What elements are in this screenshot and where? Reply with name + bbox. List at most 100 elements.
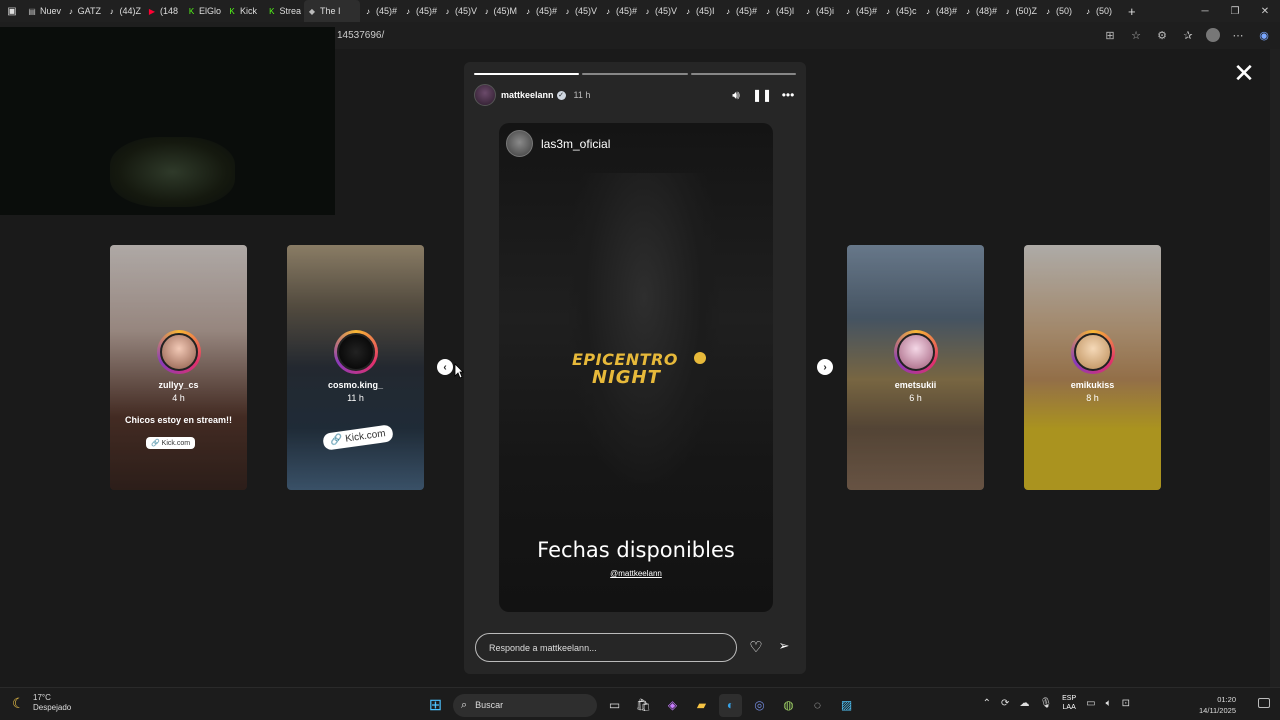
sidebar-toggle-icon[interactable]: ▣ (0, 0, 24, 22)
display-icon[interactable]: ▭ (1086, 698, 1095, 709)
pause-icon[interactable]: ❚❚ (752, 86, 772, 104)
extensions-icon[interactable]: ⚙ (1154, 26, 1170, 44)
kick-icon: K (188, 6, 195, 16)
reply-field[interactable] (475, 633, 737, 662)
task-view-icon[interactable]: ▭ (603, 694, 626, 717)
tab-label: (45)V (454, 6, 477, 16)
browser-tab[interactable]: ♪ (45)i (800, 0, 840, 22)
browser-tab[interactable]: ♪ (45)# (400, 0, 440, 22)
url-text[interactable]: 14537696/ (337, 30, 384, 41)
browser-tab[interactable]: ♪ (45)# (360, 0, 400, 22)
story-card[interactable]: emetsukii 6 h (847, 245, 984, 490)
edge-icon[interactable]: ◐ (719, 693, 742, 717)
minimize-icon[interactable]: ─ (1190, 0, 1220, 22)
split-screen-icon[interactable]: ⊞ (1102, 26, 1118, 44)
browser-tab[interactable]: ♪ (48)# (960, 0, 1000, 22)
tiktok-icon: ♪ (365, 6, 370, 16)
story-card[interactable]: cosmo.king_ 11 h 🔗 Kick.com (287, 245, 424, 490)
story-username[interactable]: mattkeelann (501, 90, 554, 100)
more-options-icon[interactable]: ••• (780, 86, 796, 104)
tiktok-icon: ♪ (766, 6, 770, 16)
browser-tab[interactable]: ♪ (45)# (520, 0, 560, 22)
notifications-icon[interactable] (1258, 698, 1270, 708)
discord-icon[interactable]: ◎ (748, 694, 771, 717)
tab-label: Nuev (39, 6, 61, 16)
store-icon[interactable]: 🛍︎ (632, 694, 655, 717)
weather-widget[interactable]: ☾ 17°C Despejado (12, 693, 71, 713)
avatar (897, 333, 935, 371)
favorites-icon[interactable]: ✰ (1180, 26, 1196, 44)
copilot-icon[interactable]: ◈ (661, 694, 684, 717)
avatar[interactable] (474, 84, 496, 106)
close-icon[interactable]: ✕ (1232, 60, 1256, 86)
profile-avatar[interactable] (1206, 28, 1220, 42)
browser-tab[interactable]: ♪ (45)# (600, 0, 640, 22)
tiktok-icon: ♪ (925, 6, 930, 16)
favorite-star-icon[interactable]: ☆ (1128, 26, 1144, 44)
app-icon[interactable]: ◌ (806, 694, 829, 717)
taskbar-search[interactable]: ⌕ Buscar (453, 693, 597, 717)
previous-story-button[interactable]: ‹ (437, 359, 453, 375)
browser-tab[interactable]: ♪ (45)l (760, 0, 800, 22)
heart-icon[interactable]: ♡ (746, 638, 766, 658)
browser-tab[interactable]: K ElGlo (184, 0, 224, 22)
card-username: cosmo.king_ (327, 380, 383, 390)
browser-tab[interactable]: ♪ (45)I (680, 0, 720, 22)
next-story-button[interactable]: › (817, 359, 833, 375)
browser-tab[interactable]: ♪ (45)V (640, 0, 680, 22)
avatar (337, 333, 375, 371)
language-indicator[interactable]: ESP LAA (1062, 694, 1076, 712)
tiktok-icon: ♪ (445, 6, 450, 16)
browser-tab[interactable]: ♪ (50) (1040, 0, 1080, 22)
browser-tab[interactable]: ♪ (44)Z (104, 0, 144, 22)
avatar[interactable] (506, 130, 533, 157)
microphone-icon[interactable]: 🎙︎ (1039, 698, 1052, 709)
browser-tab[interactable]: ♪ (50)Z (1000, 0, 1040, 22)
file-explorer-icon[interactable]: ▰ (690, 694, 713, 717)
browser-tab[interactable]: ▶ (148 (144, 0, 184, 22)
browser-tab[interactable]: ▤ Nuev (24, 0, 64, 22)
network-icon[interactable]: ⊡ (1122, 698, 1130, 709)
tab-label: Kick (240, 6, 258, 16)
restore-icon[interactable]: ❐ (1220, 0, 1250, 22)
vertical-scrollbar[interactable] (1270, 49, 1280, 687)
copilot-icon[interactable]: ◉ (1256, 26, 1272, 44)
tiktok-icon: ♪ (605, 6, 610, 16)
close-window-icon[interactable]: ✕ (1250, 0, 1280, 22)
sync-icon[interactable]: ⟳ (1001, 698, 1009, 709)
mention-link[interactable]: @mattkeelann (499, 569, 773, 578)
browser-tab[interactable]: ♪ (45)V (560, 0, 600, 22)
chevron-up-icon[interactable]: ⌃ (983, 698, 991, 709)
kick-link-sticker: 🔗 Kick.com (146, 437, 196, 449)
send-icon[interactable]: ➢ (774, 638, 794, 658)
browser-tab[interactable]: ♪ GATZ (64, 0, 104, 22)
reply-input[interactable] (489, 642, 723, 653)
cloud-icon[interactable]: ☁ (1019, 698, 1029, 709)
browser-tab[interactable]: ♪ (45)# (840, 0, 880, 22)
browser-tab[interactable]: ♪ (45)V (440, 0, 480, 22)
story-caption: Fechas disponibles (537, 538, 735, 562)
window-controls: ─ ❐ ✕ (1190, 0, 1280, 22)
browser-tab[interactable]: K Kick (224, 0, 264, 22)
volume-icon[interactable]: 🔊︎ (728, 86, 744, 104)
story-ring (894, 330, 938, 374)
browser-tab[interactable]: ♪ (45)c (880, 0, 920, 22)
reshared-username[interactable]: las3m_oficial (541, 137, 610, 151)
new-tab-button[interactable]: + (1120, 0, 1144, 22)
story-card[interactable]: zullyy_cs 4 h Chicos estoy en stream!! 🔗… (110, 245, 247, 490)
speaker-icon[interactable]: 🔈︎ (1106, 698, 1112, 709)
taskbar-apps: ⊞ ⌕ Buscar ▭ 🛍︎ ◈ ▰ ◐ ◎ ◍ ◌ ▨ (424, 692, 858, 718)
app-icon[interactable]: ▨ (835, 694, 858, 717)
more-menu-icon[interactable]: ⋯ (1230, 26, 1246, 44)
picture-in-picture-video[interactable] (0, 27, 335, 215)
browser-tab[interactable]: ♪ (45)M (480, 0, 520, 22)
clock[interactable]: 01:20 14/11/2025 (1199, 694, 1236, 716)
story-card[interactable]: emikukiss 8 h (1024, 245, 1161, 490)
browser-tab[interactable]: ◆ The I (304, 0, 360, 22)
app-icon[interactable]: ◍ (777, 694, 800, 717)
browser-tab[interactable]: K Strea (264, 0, 304, 22)
browser-tab[interactable]: ♪ (48)# (920, 0, 960, 22)
browser-tab[interactable]: ♪ (45)# (720, 0, 760, 22)
browser-tab[interactable]: ♪ (50) (1080, 0, 1120, 22)
windows-start-icon[interactable]: ⊞ (424, 694, 447, 717)
